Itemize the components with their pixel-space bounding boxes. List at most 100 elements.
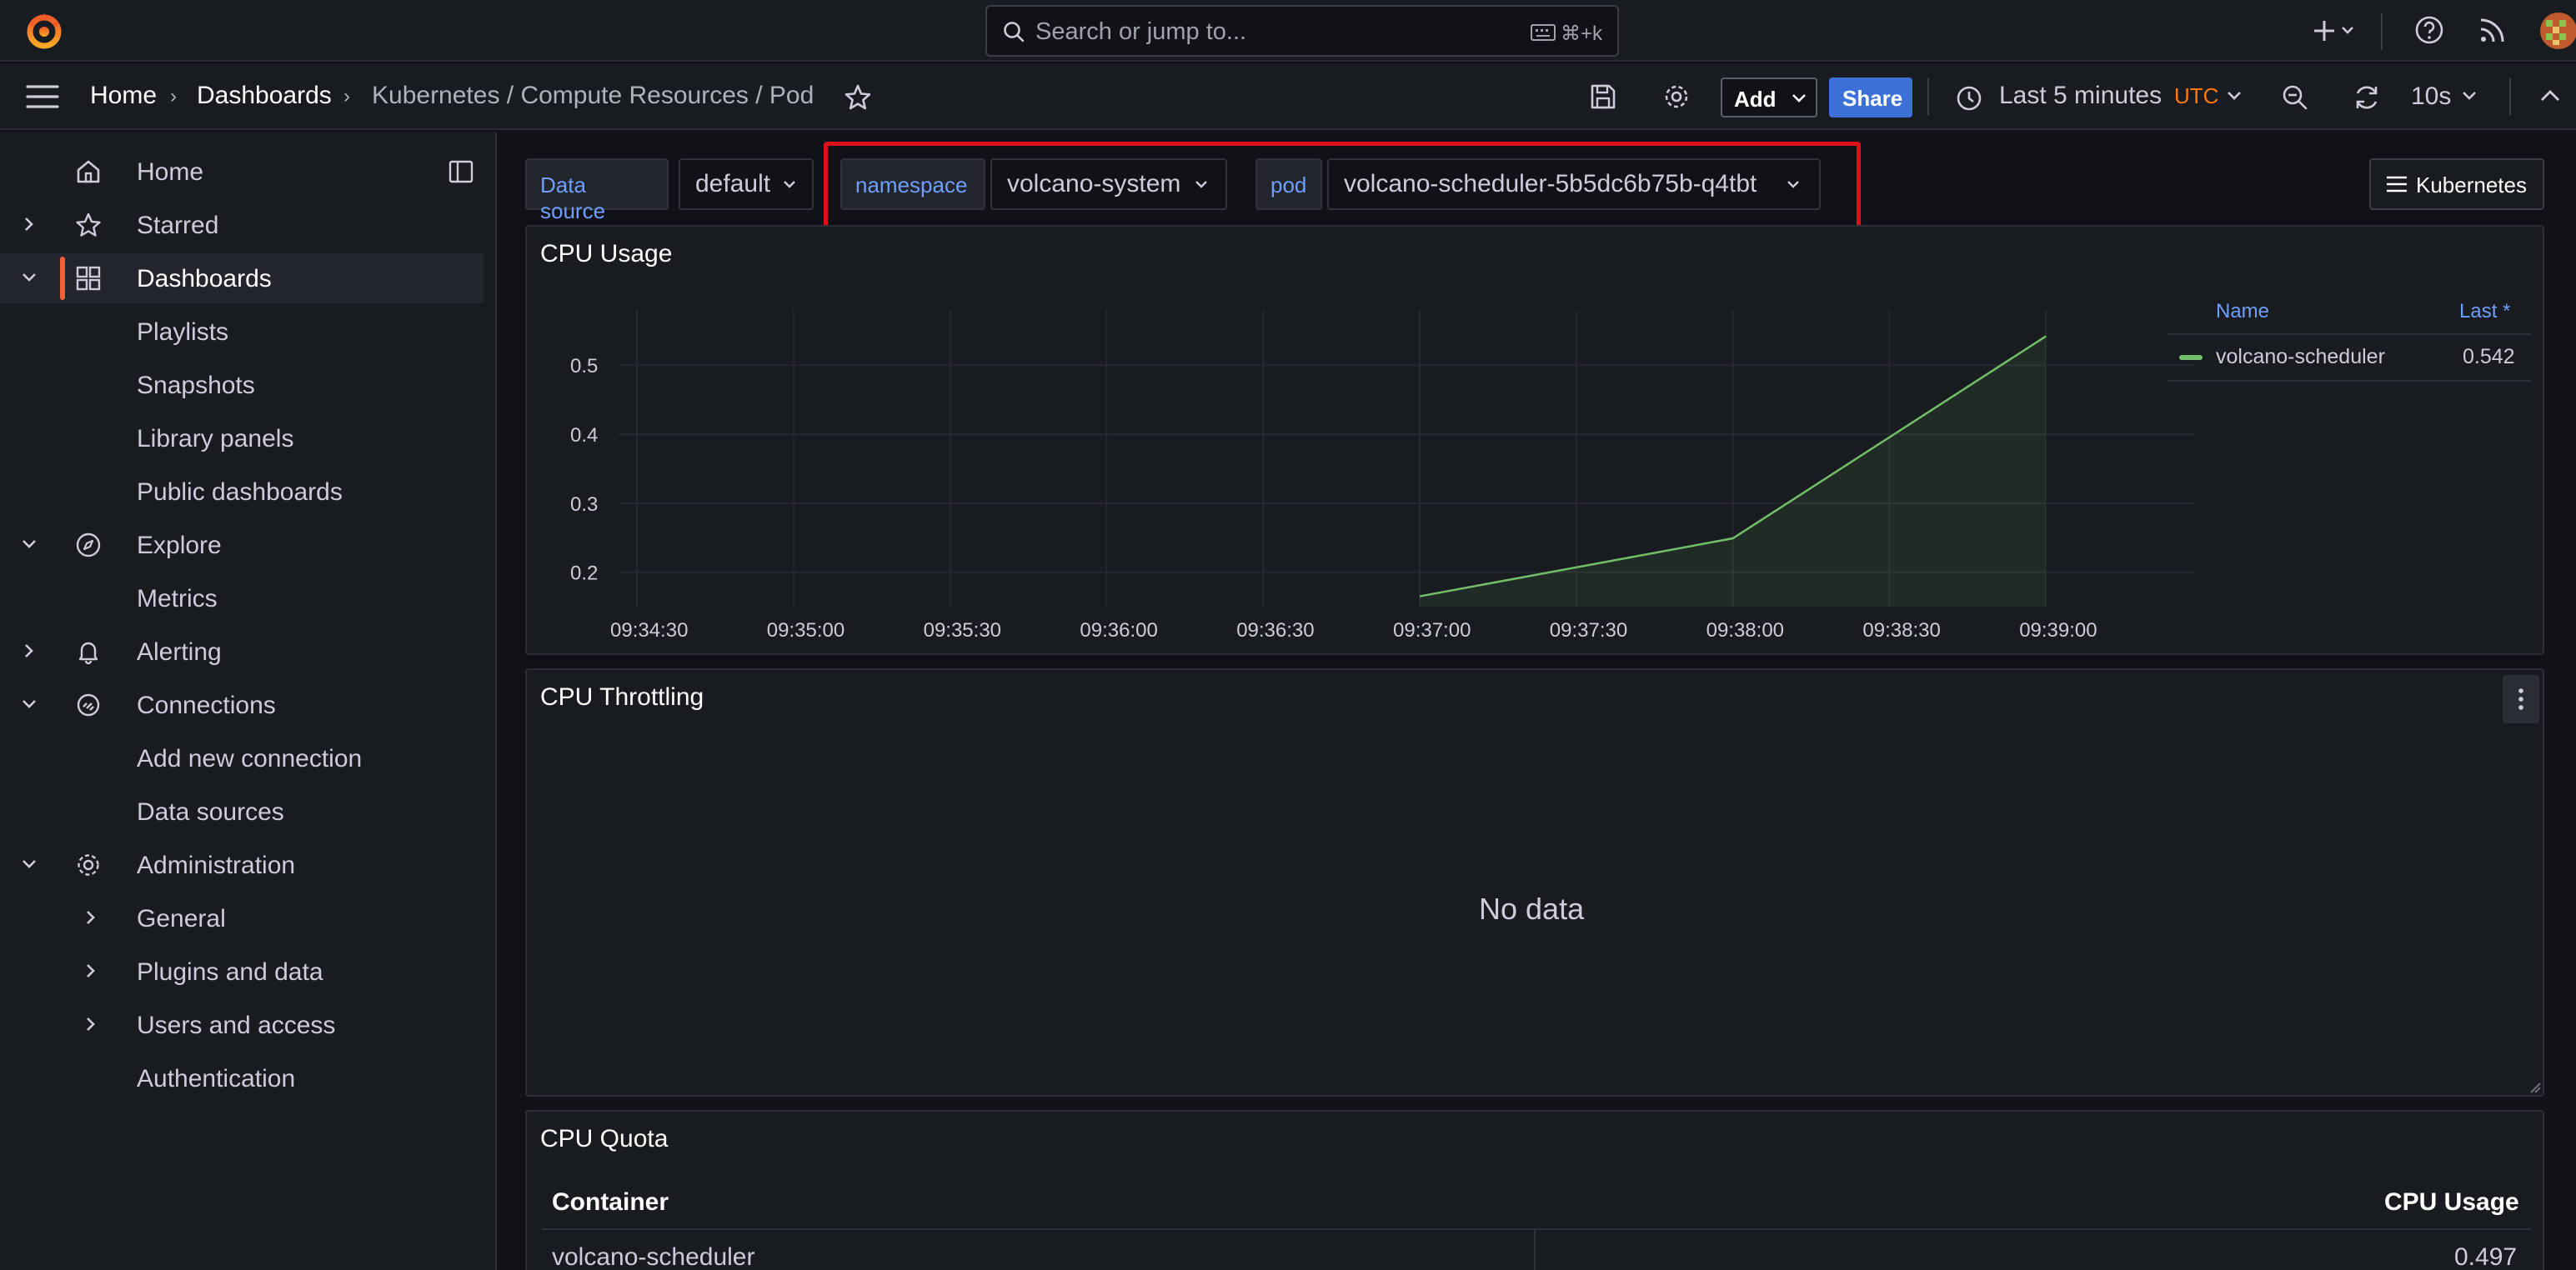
breadcrumb-dashboards[interactable]: Dashboards xyxy=(197,82,332,110)
sidebar-item-add-new-connection[interactable]: Add new connection xyxy=(0,733,484,783)
series-color-swatch xyxy=(2179,355,2203,360)
y-tick-label: 0.2 xyxy=(570,562,598,585)
divider xyxy=(2509,78,2511,115)
x-tick-label: 09:37:30 xyxy=(1550,619,1627,642)
share-button-label: Share xyxy=(1842,86,1903,111)
sidebar-item-label: Snapshots xyxy=(137,372,255,399)
chevron-right-icon[interactable] xyxy=(82,1015,100,1033)
sidebar: Home Starred Dashboards Playlists Snapsh… xyxy=(0,132,497,1270)
sidebar-item-label: Users and access xyxy=(137,1012,336,1039)
save-dashboard-icon[interactable] xyxy=(1589,82,1617,111)
breadcrumb-current: Kubernetes / Compute Resources / Pod xyxy=(372,82,814,109)
chevron-down-icon xyxy=(2461,90,2478,102)
sidebar-item-data-sources[interactable]: Data sources xyxy=(0,787,484,837)
sidebar-item-playlists[interactable]: Playlists xyxy=(0,307,484,357)
sidebar-item-metrics[interactable]: Metrics xyxy=(0,573,484,623)
search-icon xyxy=(1002,20,1025,43)
legend-series-name: volcano-scheduler xyxy=(2216,345,2385,368)
chevron-right-icon[interactable] xyxy=(20,642,38,660)
kubernetes-dashboard-link[interactable]: Kubernetes xyxy=(2369,158,2544,210)
chevron-down-icon[interactable] xyxy=(20,535,38,553)
avatar[interactable] xyxy=(2538,10,2576,52)
share-button[interactable]: Share xyxy=(1829,78,1912,118)
sidebar-item-library-panels[interactable]: Library panels xyxy=(0,413,484,463)
bars-icon xyxy=(2386,175,2408,193)
sidebar-item-administration[interactable]: Administration xyxy=(0,840,484,890)
breadcrumb-bar: Home › Dashboards › Kubernetes / Compute… xyxy=(0,63,2576,130)
sidebar-item-starred[interactable]: Starred xyxy=(0,200,484,250)
compass-icon xyxy=(75,532,102,558)
divider xyxy=(1927,78,1929,115)
sidebar-item-dashboards[interactable]: Dashboards xyxy=(0,253,484,303)
help-icon[interactable] xyxy=(2414,15,2444,45)
sidebar-item-authentication[interactable]: Authentication xyxy=(0,1053,484,1103)
chevron-down-icon xyxy=(2226,90,2243,102)
cpu-quota-panel[interactable]: CPU Quota Container CPU Usage volcano-sc… xyxy=(525,1110,2544,1270)
new-plus-icon[interactable] xyxy=(2313,15,2359,47)
sidebar-item-snapshots[interactable]: Snapshots xyxy=(0,360,484,410)
legend-header-last[interactable]: Last * xyxy=(2459,300,2510,323)
sidebar-item-connections[interactable]: Connections xyxy=(0,680,484,730)
kubernetes-link-label: Kubernetes xyxy=(2416,172,2527,198)
chevron-down-icon xyxy=(1791,92,1807,104)
y-tick-label: 0.3 xyxy=(570,493,598,516)
chevron-up-icon[interactable] xyxy=(2539,88,2561,103)
table-header-container[interactable]: Container xyxy=(552,1188,669,1217)
search-input[interactable]: Search or jump to... ⌘+k xyxy=(985,5,1619,57)
chevron-right-icon[interactable] xyxy=(82,908,100,927)
sidebar-item-plugins-and-data[interactable]: Plugins and data xyxy=(0,947,484,997)
table-cell-container: volcano-scheduler xyxy=(552,1243,755,1270)
sidebar-item-public-dashboards[interactable]: Public dashboards xyxy=(0,467,484,517)
sidebar-item-label: Alerting xyxy=(137,638,222,666)
resize-handle-icon[interactable] xyxy=(2529,1082,2541,1093)
divider xyxy=(2381,13,2383,50)
sidebar-item-general[interactable]: General xyxy=(0,893,484,943)
star-favorite-icon[interactable] xyxy=(844,83,872,112)
legend-row[interactable]: volcano-scheduler 0.542 xyxy=(2168,337,2531,378)
chevron-right-icon[interactable] xyxy=(82,962,100,980)
x-tick-label: 09:34:30 xyxy=(610,619,688,642)
add-button[interactable]: Add xyxy=(1721,78,1817,118)
grafana-logo-icon[interactable] xyxy=(25,12,63,50)
x-tick-label: 09:35:30 xyxy=(924,619,1001,642)
sidebar-item-label: Authentication xyxy=(137,1065,296,1092)
time-range-picker[interactable]: Last 5 minutes UTC xyxy=(1954,75,2263,120)
cpu-throttling-panel[interactable]: CPU Throttling No data xyxy=(525,668,2544,1097)
datasource-value: default xyxy=(695,170,771,198)
x-tick-label: 09:37:00 xyxy=(1393,619,1471,642)
sidebar-item-label: Connections xyxy=(137,692,276,719)
legend-header-name[interactable]: Name xyxy=(2216,300,2269,323)
chevron-right-icon[interactable] xyxy=(20,215,38,233)
chevron-down-icon[interactable] xyxy=(20,855,38,873)
breadcrumb-separator-icon: › xyxy=(343,85,350,108)
menu-hamburger-icon[interactable] xyxy=(25,82,60,112)
breadcrumb-separator-icon: › xyxy=(170,85,177,108)
breadcrumb-home[interactable]: Home xyxy=(90,82,157,110)
sidebar-item-home[interactable]: Home xyxy=(0,147,484,197)
chevron-down-icon[interactable] xyxy=(20,695,38,713)
x-tick-label: 09:38:30 xyxy=(1862,619,1940,642)
table-row[interactable]: volcano-scheduler 0.497 xyxy=(542,1230,2531,1270)
rss-news-icon[interactable] xyxy=(2478,15,2508,45)
sidebar-item-label: General xyxy=(137,905,226,932)
sidebar-item-users-and-access[interactable]: Users and access xyxy=(0,1000,484,1050)
sidebar-item-label: Plugins and data xyxy=(137,958,323,986)
sidebar-item-alerting[interactable]: Alerting xyxy=(0,627,484,677)
datasource-label-text: Data source xyxy=(540,172,606,223)
refresh-interval-picker[interactable]: 10s xyxy=(2406,75,2489,120)
refresh-icon[interactable] xyxy=(2353,83,2381,112)
datasource-variable-select[interactable]: default xyxy=(679,158,814,210)
sidebar-item-explore[interactable]: Explore xyxy=(0,520,484,570)
chevron-down-icon[interactable] xyxy=(20,268,38,287)
no-data-message: No data xyxy=(1479,892,1585,926)
x-tick-label: 09:38:00 xyxy=(1706,619,1784,642)
clock-icon xyxy=(1956,85,1982,112)
settings-gear-icon[interactable] xyxy=(1662,82,1691,111)
cpu-usage-panel[interactable]: CPU Usage 0.2 0.3 0.4 0.5 09:34:30 09:35:00 09… xyxy=(525,225,2544,655)
panel-menu-button[interactable] xyxy=(2503,675,2539,723)
y-tick-label: 0.5 xyxy=(570,355,598,378)
sidebar-item-label: Data sources xyxy=(137,798,284,826)
table-header-cpu-usage[interactable]: CPU Usage xyxy=(2384,1188,2519,1217)
legend-divider xyxy=(2168,333,2531,335)
zoom-out-icon[interactable] xyxy=(2281,83,2309,112)
